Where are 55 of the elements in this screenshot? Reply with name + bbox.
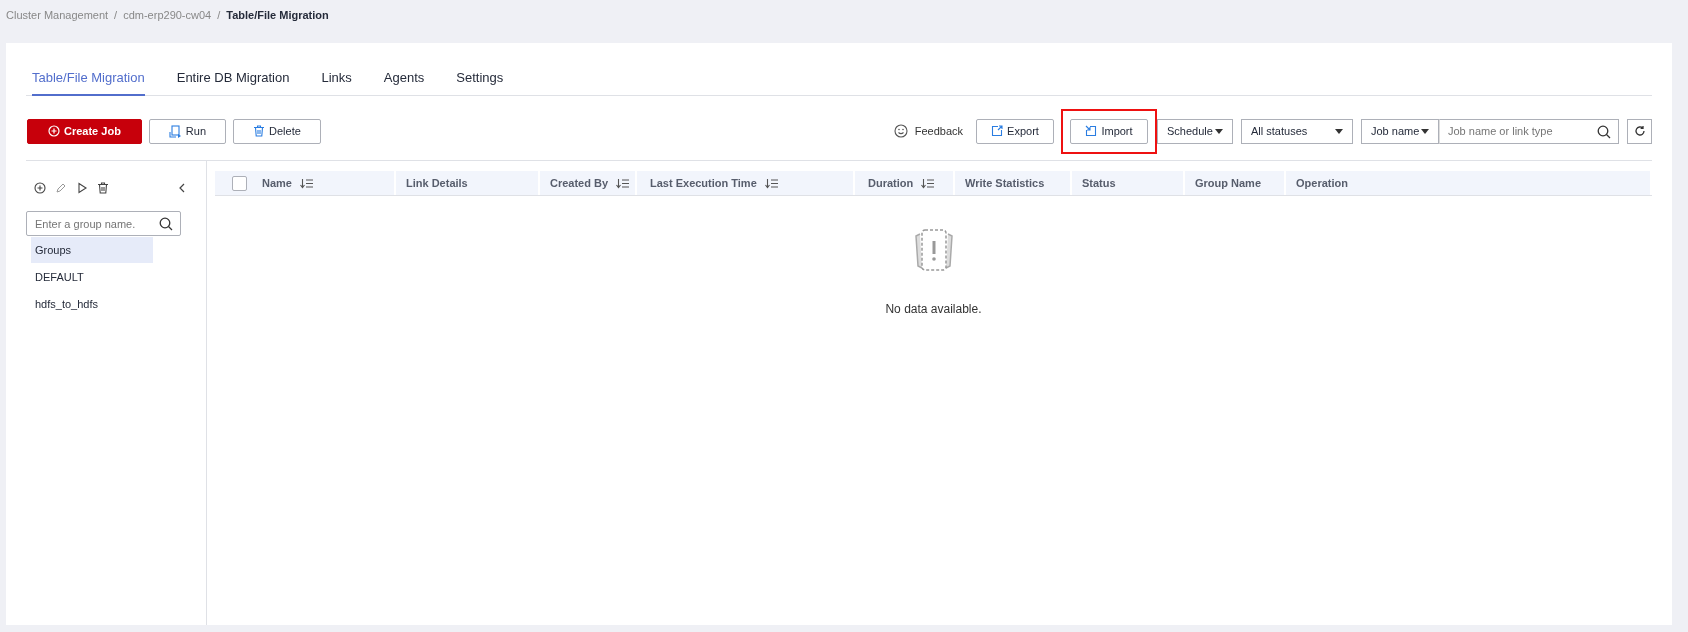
group-item[interactable]: Groups [31, 237, 153, 263]
export-button[interactable]: Export [976, 118, 1054, 144]
search-icon [159, 217, 173, 231]
breadcrumb-separator: / [114, 9, 118, 21]
search-icon [1597, 124, 1611, 139]
schedule-select[interactable]: Schedule [1157, 118, 1233, 144]
smiley-icon [893, 124, 908, 138]
trash-icon[interactable] [97, 182, 109, 194]
sort-icon[interactable] [299, 177, 313, 189]
status-select[interactable]: All statuses [1241, 118, 1353, 144]
search-type-select[interactable]: Job name [1361, 118, 1439, 144]
empty-message: No data available. [885, 302, 982, 316]
run-button[interactable]: Run [148, 118, 227, 144]
group-item[interactable]: DEFAULT [31, 264, 153, 290]
column-header: Group Name [1185, 171, 1286, 195]
caret-icon [1215, 128, 1223, 134]
sort-icon[interactable] [616, 177, 630, 189]
pencil-icon[interactable] [55, 182, 67, 194]
tab[interactable]: Table/File Migration [32, 63, 145, 96]
job-search-field[interactable]: Job name or link type [1439, 118, 1619, 144]
caret-icon [1335, 128, 1343, 134]
caret-icon [1421, 128, 1429, 134]
tab[interactable]: Entire DB Migration [176, 63, 290, 96]
document-play-icon [168, 124, 182, 138]
tab[interactable]: Agents [383, 63, 425, 96]
group-search-field[interactable]: Enter a group name. [26, 211, 181, 236]
sort-icon[interactable] [921, 177, 935, 189]
column-header: Operation [1286, 171, 1652, 195]
export-icon [991, 125, 1004, 137]
select-all-checkbox[interactable] [232, 175, 247, 191]
refresh-button[interactable] [1627, 118, 1652, 144]
column-header: Write Statistics [955, 171, 1072, 195]
group-item[interactable]: hdfs_to_hdfs [31, 291, 153, 317]
column-header: Link Details [396, 171, 540, 195]
create-job-button[interactable]: Create Job [27, 118, 142, 144]
import-button[interactable]: Import [1070, 118, 1148, 144]
breadcrumb-separator: / [217, 9, 221, 21]
tab[interactable]: Settings [456, 63, 504, 96]
column-header[interactable]: Last Execution Time [637, 171, 855, 195]
breadcrumb-current: Table/File Migration [226, 9, 329, 21]
column-header[interactable]: Name [215, 171, 396, 195]
feedback-link[interactable]: Feedback [914, 125, 963, 137]
column-header: Status [1072, 171, 1185, 195]
add-icon[interactable] [34, 182, 46, 194]
refresh-icon [1633, 125, 1646, 137]
column-header[interactable]: Created By [540, 171, 637, 195]
column-header[interactable]: Duration [855, 171, 955, 195]
sort-icon[interactable] [764, 177, 778, 189]
delete-button[interactable]: Delete [233, 118, 321, 144]
trash-icon [253, 125, 266, 137]
import-icon [1085, 125, 1098, 137]
plus-circle-icon [48, 125, 60, 137]
play-icon[interactable] [76, 182, 88, 194]
collapse-icon[interactable] [178, 182, 186, 194]
tab[interactable]: Links [321, 63, 352, 96]
